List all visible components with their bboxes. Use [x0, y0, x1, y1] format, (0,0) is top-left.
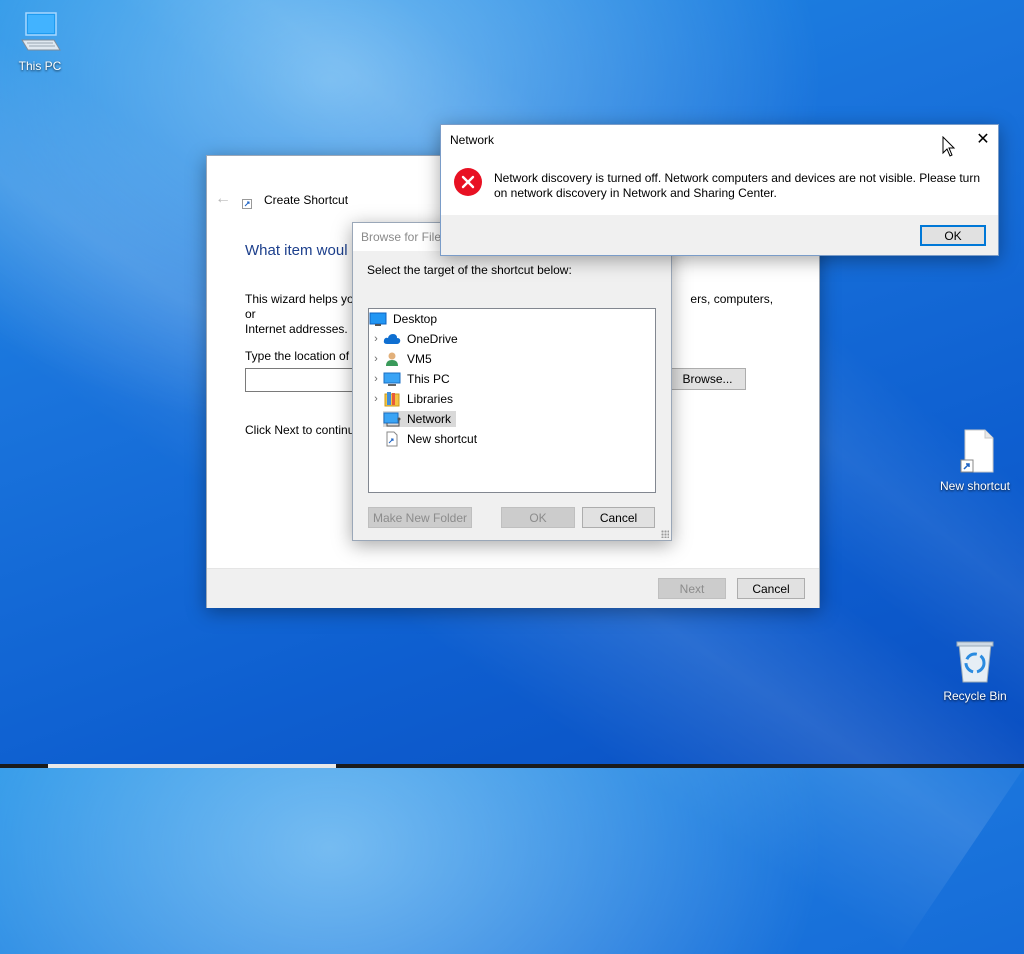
- dialog-title: Browse for Files: [361, 230, 448, 244]
- mouse-cursor-icon: [942, 135, 956, 161]
- taskbar: [0, 764, 1024, 768]
- chevron-right-icon[interactable]: ›: [369, 353, 383, 365]
- back-arrow-icon[interactable]: ←: [215, 190, 231, 208]
- tree-item-libraries[interactable]: › Libraries: [369, 389, 458, 409]
- dialog-message: Network discovery is turned off. Network…: [494, 171, 980, 200]
- make-new-folder-button[interactable]: Make New Folder: [368, 507, 472, 528]
- tree-item-this-pc[interactable]: › This PC: [369, 369, 455, 389]
- location-label: Type the location of t: [245, 349, 356, 363]
- desktop-icon-label: New shortcut: [939, 479, 1011, 493]
- tree-item-label: Network: [407, 412, 452, 426]
- shortcut-file-icon: [383, 431, 401, 447]
- tree-item-label: Desktop: [393, 312, 438, 326]
- taskbar-search-box[interactable]: [48, 764, 336, 768]
- close-icon[interactable]: ✕: [971, 127, 995, 151]
- tree-item-label: Libraries: [407, 392, 454, 406]
- next-button[interactable]: Next: [658, 578, 726, 599]
- tree-item-desktop[interactable]: Desktop: [369, 309, 442, 329]
- browse-for-files-dialog: Browse for Files Select the target of th…: [352, 222, 672, 541]
- chevron-right-icon[interactable]: ›: [369, 393, 383, 405]
- this-pc-icon: [18, 12, 62, 57]
- next-hint: Click Next to continu: [245, 423, 355, 437]
- tree-item-label: VM5: [407, 352, 432, 366]
- ok-button[interactable]: OK: [501, 507, 575, 528]
- recycle-bin-icon: [953, 641, 997, 687]
- cancel-button[interactable]: Cancel: [582, 507, 655, 528]
- shortcut-file-icon: [953, 429, 997, 477]
- ok-button[interactable]: OK: [920, 225, 986, 246]
- browse-button[interactable]: Browse...: [669, 368, 746, 390]
- wizard-description-line2: Internet addresses.: [245, 322, 348, 336]
- tree-item-vm5[interactable]: › VM5: [369, 349, 437, 369]
- tree-item-label: OneDrive: [407, 332, 458, 346]
- tree-item-network[interactable]: Network: [383, 409, 457, 429]
- network-icon: [383, 411, 401, 427]
- desktop-icon-this-pc[interactable]: This PC: [0, 10, 80, 73]
- tree-item-onedrive[interactable]: › OneDrive: [369, 329, 463, 349]
- wizard-footer: Next Cancel: [207, 568, 819, 608]
- chevron-right-icon[interactable]: ›: [369, 373, 383, 385]
- tree-item-new-shortcut[interactable]: New shortcut: [383, 429, 482, 449]
- desktop-icon: [369, 311, 387, 327]
- shortcut-title-icon: [242, 198, 252, 209]
- this-pc-icon: [383, 371, 401, 387]
- desktop-icon-label: Recycle Bin: [943, 689, 1007, 703]
- desktop-icon-label: This PC: [18, 59, 62, 73]
- cancel-button[interactable]: Cancel: [737, 578, 805, 599]
- browse-prompt: Select the target of the shortcut below:: [367, 263, 572, 277]
- tree-item-label: This PC: [407, 372, 450, 386]
- desktop-icon-recycle-bin[interactable]: Recycle Bin: [935, 638, 1015, 703]
- network-error-dialog: Network ✕ Network discovery is turned of…: [440, 124, 999, 256]
- dialog-title: Network: [450, 133, 495, 147]
- desktop-icon-new-shortcut[interactable]: New shortcut: [935, 428, 1015, 493]
- user-icon: [383, 351, 401, 367]
- wizard-heading: What item woul: [245, 242, 348, 259]
- onedrive-icon: [383, 331, 401, 347]
- window-title: Create Shortcut: [264, 193, 349, 207]
- tree-item-label: New shortcut: [407, 432, 478, 446]
- chevron-right-icon[interactable]: ›: [369, 333, 383, 345]
- folder-tree[interactable]: Desktop › OneDrive › VM5 › This PC › Lib…: [368, 308, 656, 493]
- libraries-icon: [383, 391, 401, 407]
- dialog-footer: OK: [441, 215, 998, 255]
- wizard-description-left: This wizard helps you: [245, 292, 361, 306]
- resize-grip-icon[interactable]: [661, 530, 669, 538]
- error-icon: [453, 167, 483, 200]
